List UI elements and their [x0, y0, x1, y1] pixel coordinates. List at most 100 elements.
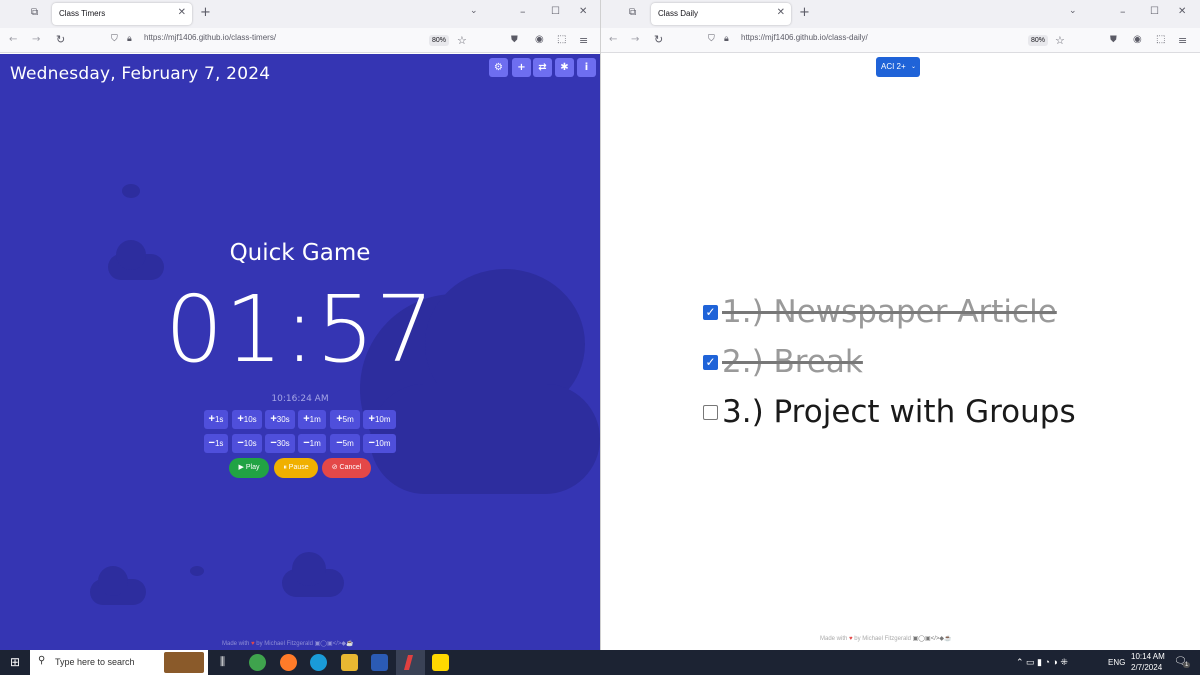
- edge-icon[interactable]: [310, 654, 327, 671]
- lock-icon[interactable]: 🔒︎: [724, 35, 729, 44]
- social-icons[interactable]: ▣◯▣</>◆☕: [315, 641, 354, 647]
- kakaotalk-icon[interactable]: [432, 654, 449, 671]
- task-checkbox[interactable]: [703, 405, 718, 420]
- current-date: Wednesday, February 7, 2024: [10, 64, 271, 84]
- chevron-down-icon[interactable]: ⌄: [1069, 7, 1077, 16]
- subtract-1s-button[interactable]: −1s: [204, 434, 228, 453]
- windows-start-icon[interactable]: ⊞: [10, 655, 20, 669]
- account-icon[interactable]: ◉: [1133, 35, 1142, 45]
- timer-page: Wednesday, February 7, 2024 ⚙ + ⇄ ✱ i Qu…: [0, 54, 600, 650]
- chrome-icon[interactable]: [249, 654, 266, 671]
- chevron-down-icon[interactable]: ⌄: [470, 7, 478, 16]
- social-icons[interactable]: ▣◯▣</>◆☕: [913, 636, 952, 642]
- tab-bar: ⧉ Class Timers ✕ + ⌄ – ☐ ✕: [0, 0, 600, 28]
- menu-icon[interactable]: ≡: [1178, 35, 1187, 46]
- address-bar[interactable]: https://mjf1406.github.io/class-timers/: [144, 33, 276, 42]
- cloud-decoration: [98, 566, 128, 596]
- subtract-1m-button[interactable]: −1m: [298, 434, 326, 453]
- word-icon[interactable]: [371, 654, 388, 671]
- clock-date[interactable]: 2/7/2024: [1131, 663, 1162, 672]
- task-view-icon[interactable]: ⫼: [220, 656, 225, 669]
- daily-page: ACI 2+ ⌄ ✓ 1.) Newspaper Article ✓ 2.) B…: [601, 54, 1200, 650]
- language-indicator[interactable]: ENG: [1108, 658, 1125, 667]
- cancel-icon: ⊘: [331, 464, 338, 471]
- reload-icon[interactable]: ↻: [654, 34, 663, 45]
- subtract-10s-button[interactable]: −10s: [232, 434, 262, 453]
- add-10m-button[interactable]: +10m: [363, 410, 396, 429]
- pause-button[interactable]: ⏸ Pause: [274, 458, 318, 478]
- shield-icon[interactable]: ⛉: [708, 35, 715, 44]
- maximize-icon[interactable]: ☐: [1150, 7, 1159, 17]
- info-button[interactable]: i: [577, 58, 596, 77]
- lock-icon[interactable]: 🔒︎: [127, 35, 132, 44]
- class-daily-window: ⧉ Class Daily ✕ + ⌄ – ☐ ✕ ← → ↻ ⛉ 🔒︎ htt…: [600, 0, 1200, 650]
- add-30s-button[interactable]: +30s: [265, 410, 295, 429]
- repeat-button[interactable]: ⇄: [533, 58, 552, 77]
- extensions-icon[interactable]: ⬚: [557, 35, 566, 45]
- back-icon[interactable]: ←: [9, 35, 17, 45]
- search-icon: ⚲: [38, 655, 46, 666]
- add-10s-button[interactable]: +10s: [232, 410, 262, 429]
- menu-icon[interactable]: ≡: [579, 35, 588, 46]
- current-time: 10:16:24 AM: [271, 394, 329, 404]
- zoom-level[interactable]: 80%: [429, 35, 450, 46]
- clock-time[interactable]: 10:14 AM: [1131, 652, 1165, 661]
- pocket-icon[interactable]: ⛊: [1110, 36, 1117, 45]
- address-bar[interactable]: https://mjf1406.github.io/class-daily/: [741, 33, 868, 42]
- settings-group-button[interactable]: ⚙: [489, 58, 508, 77]
- firefox-icon[interactable]: [280, 654, 297, 671]
- system-tray-icons[interactable]: ⌃ ▭ ▮ ◔ ◑ ⁜: [1016, 657, 1068, 668]
- minimize-icon[interactable]: –: [1120, 6, 1126, 17]
- tab-list-icon[interactable]: ⧉: [629, 8, 636, 18]
- close-window-icon[interactable]: ✕: [1178, 7, 1186, 17]
- tab-class-timers[interactable]: Class Timers ✕: [52, 3, 192, 25]
- bookmark-star-icon[interactable]: ☆: [1055, 35, 1065, 46]
- task-item: 1.) Newspaper Article: [722, 294, 1057, 330]
- minimize-icon[interactable]: –: [520, 6, 526, 17]
- task-item: 2.) Break: [722, 344, 863, 380]
- account-icon[interactable]: ◉: [535, 35, 544, 45]
- add-5m-button[interactable]: +5m: [330, 410, 360, 429]
- subtract-5m-button[interactable]: −5m: [330, 434, 360, 453]
- add-timer-button[interactable]: +: [512, 58, 531, 77]
- extensions-icon[interactable]: ⬚: [1156, 35, 1165, 45]
- new-tab-icon[interactable]: +: [799, 6, 810, 19]
- nav-bar: ← → ↻ ⛉ 🔒︎: [0, 28, 600, 53]
- play-button[interactable]: ▶ Play: [229, 458, 269, 478]
- task-checkbox[interactable]: ✓: [703, 355, 718, 370]
- bookmark-star-icon[interactable]: ☆: [457, 35, 467, 46]
- close-window-icon[interactable]: ✕: [579, 7, 587, 17]
- back-icon[interactable]: ←: [609, 35, 617, 45]
- taskbar-active-app[interactable]: [396, 650, 425, 675]
- tab-list-icon[interactable]: ⧉: [31, 8, 38, 18]
- taskbar-search[interactable]: ⚲ Type here to search: [30, 650, 208, 675]
- chevron-down-icon: ⌄: [910, 64, 916, 70]
- add-1s-button[interactable]: +1s: [204, 410, 228, 429]
- notification-count: 1: [1183, 662, 1191, 668]
- subtract-10m-button[interactable]: −10m: [363, 434, 396, 453]
- pocket-icon[interactable]: ⛊: [511, 36, 518, 45]
- tab-title: Class Daily: [658, 9, 699, 18]
- forward-icon[interactable]: →: [631, 35, 639, 45]
- close-tab-icon[interactable]: ✕: [777, 7, 785, 18]
- timer-title: Quick Game: [229, 240, 371, 266]
- shield-icon[interactable]: ⛉: [111, 35, 118, 44]
- heart-icon: ♥: [251, 641, 255, 647]
- add-1m-button[interactable]: +1m: [298, 410, 326, 429]
- file-explorer-icon[interactable]: [341, 654, 358, 671]
- cancel-button[interactable]: ⊘ Cancel: [322, 458, 371, 478]
- class-selector[interactable]: ACI 2+ ⌄: [876, 57, 920, 77]
- forward-icon[interactable]: →: [32, 35, 40, 45]
- close-tab-icon[interactable]: ✕: [178, 7, 186, 18]
- tab-class-daily[interactable]: Class Daily ✕: [651, 3, 791, 25]
- gear-icon[interactable]: ✱: [555, 58, 574, 77]
- play-icon: ▶: [238, 464, 244, 471]
- subtract-30s-button[interactable]: −30s: [265, 434, 295, 453]
- reload-icon[interactable]: ↻: [56, 34, 65, 45]
- zoom-level[interactable]: 80%: [1028, 35, 1049, 46]
- task-checkbox[interactable]: ✓: [703, 305, 718, 320]
- timer-countdown: 01:57: [164, 276, 436, 383]
- new-tab-icon[interactable]: +: [200, 6, 211, 19]
- tab-bar: ⧉ Class Daily ✕ + ⌄ – ☐ ✕: [601, 0, 1200, 28]
- maximize-icon[interactable]: ☐: [551, 7, 560, 17]
